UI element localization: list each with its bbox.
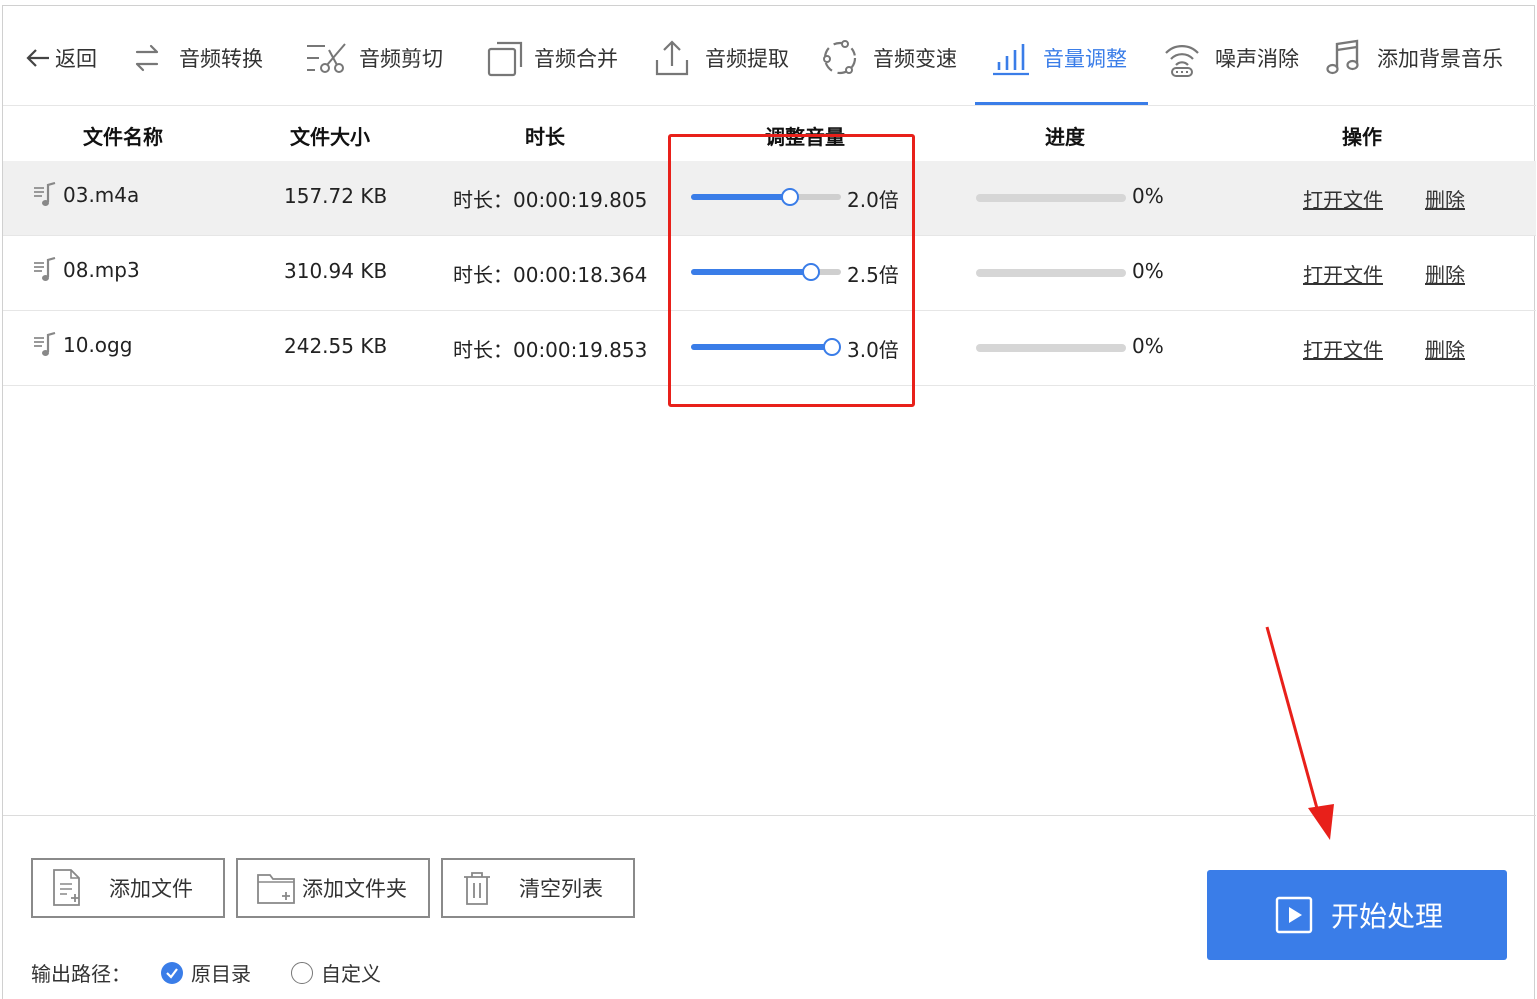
volume-slider[interactable]: [691, 188, 841, 206]
progress-bar: [976, 344, 1126, 352]
extract-icon: [655, 40, 689, 76]
column-header-filename: 文件名称: [83, 125, 163, 149]
back-button[interactable]: 返回: [23, 36, 97, 80]
speed-icon: [823, 40, 857, 75]
column-header-actions: 操作: [1342, 125, 1382, 149]
file-duration: 时长：00:00:18.364: [453, 263, 648, 287]
scissors-icon: [307, 43, 346, 73]
file-size: 242.55 KB: [284, 334, 388, 358]
play-icon: [1275, 896, 1313, 934]
open-file-link[interactable]: 打开文件: [1303, 184, 1383, 213]
add-file-icon: [53, 869, 80, 906]
merge-icon: [487, 41, 523, 77]
file-name-cell: 10.ogg: [33, 332, 132, 358]
music-note-icon: [1326, 39, 1359, 75]
progress-bar: [976, 194, 1126, 202]
audio-file-icon: [34, 257, 56, 281]
radio-label: 自定义: [321, 962, 381, 986]
volume-slider-knob[interactable]: [781, 188, 799, 206]
volume-bars-icon: [993, 44, 1029, 76]
radio-label: 原目录: [191, 962, 251, 986]
progress-percent: 0%: [1132, 334, 1164, 358]
volume-slider-knob[interactable]: [802, 263, 820, 281]
delete-link[interactable]: 删除: [1425, 334, 1465, 363]
radio-checked-icon: [161, 961, 183, 984]
trash-icon: [464, 872, 490, 905]
volume-slider-fill: [691, 269, 811, 275]
tab-audio-speed[interactable]: 音频变速: [821, 36, 957, 80]
progress-percent: 0%: [1132, 259, 1164, 283]
volume-multiplier: 2.5倍: [847, 263, 899, 287]
file-size: 310.94 KB: [284, 259, 388, 283]
file-duration: 时长：00:00:19.805: [453, 188, 648, 212]
table-row[interactable]: 08.mp3 310.94 KB 时长：00:00:18.364 2.5倍 0%…: [3, 236, 1536, 311]
add-folder-button[interactable]: 添加文件夹: [236, 858, 430, 918]
column-header-volume: 调整音量: [765, 125, 845, 149]
toolbar: 返回 音频转换 音频剪切 音频合并 音频提取 音频变速 音量调整 噪声消除 添加…: [3, 6, 1536, 106]
tab-audio-convert[interactable]: 音频转换: [129, 36, 263, 80]
convert-icon: [135, 44, 159, 72]
footer-divider: [3, 815, 1536, 816]
start-processing-button[interactable]: 开始处理: [1207, 870, 1507, 960]
radio-unchecked-icon: [291, 961, 313, 984]
volume-multiplier: 2.0倍: [847, 188, 899, 212]
file-duration: 时长：00:00:19.853: [453, 338, 648, 362]
active-tab-indicator: [975, 102, 1148, 105]
file-size: 157.72 KB: [284, 184, 388, 208]
column-header-duration: 时长: [525, 125, 565, 149]
audio-file-icon: [34, 182, 56, 206]
output-path-label: 输出路径：: [31, 962, 131, 986]
delete-link[interactable]: 删除: [1425, 184, 1465, 213]
add-folder-icon: [257, 874, 295, 904]
radio-original-directory[interactable]: 原目录: [161, 958, 251, 987]
file-name-cell: 08.mp3: [33, 257, 140, 283]
audio-file-icon: [34, 332, 56, 356]
noise-icon: [1165, 45, 1199, 77]
column-header-filesize: 文件大小: [290, 125, 370, 149]
app-window: 返回 音频转换 音频剪切 音频合并 音频提取 音频变速 音量调整 噪声消除 添加…: [2, 5, 1536, 999]
volume-slider[interactable]: [691, 263, 841, 281]
open-file-link[interactable]: 打开文件: [1303, 334, 1383, 363]
tab-volume-adjust[interactable]: 音量调整: [991, 36, 1127, 80]
volume-slider[interactable]: [691, 338, 841, 356]
column-header-progress: 进度: [1045, 125, 1085, 149]
open-file-link[interactable]: 打开文件: [1303, 259, 1383, 288]
clear-list-button[interactable]: 清空列表: [441, 858, 635, 918]
radio-custom-directory[interactable]: 自定义: [291, 958, 381, 987]
tab-add-background-music[interactable]: 添加背景音乐: [1325, 36, 1503, 80]
file-name-cell: 03.m4a: [33, 182, 139, 208]
volume-slider-knob[interactable]: [823, 338, 841, 356]
tab-audio-merge[interactable]: 音频合并: [486, 36, 618, 80]
delete-link[interactable]: 删除: [1425, 259, 1465, 288]
tab-noise-removal[interactable]: 噪声消除: [1163, 36, 1299, 80]
tab-audio-cut[interactable]: 音频剪切: [305, 36, 443, 80]
tab-audio-extract[interactable]: 音频提取: [653, 36, 789, 80]
progress-bar: [976, 269, 1126, 277]
back-arrow-icon: [26, 49, 49, 67]
table-row[interactable]: 03.m4a 157.72 KB 时长：00:00:19.805 2.0倍 0%…: [3, 161, 1536, 236]
add-file-button[interactable]: 添加文件: [31, 858, 225, 918]
volume-slider-fill: [691, 344, 832, 350]
table-header: 文件名称 文件大小 时长 调整音量 进度 操作: [3, 107, 1536, 161]
volume-slider-fill: [691, 194, 790, 200]
volume-multiplier: 3.0倍: [847, 338, 899, 362]
table-row[interactable]: 10.ogg 242.55 KB 时长：00:00:19.853 3.0倍 0%…: [3, 311, 1536, 386]
progress-percent: 0%: [1132, 184, 1164, 208]
